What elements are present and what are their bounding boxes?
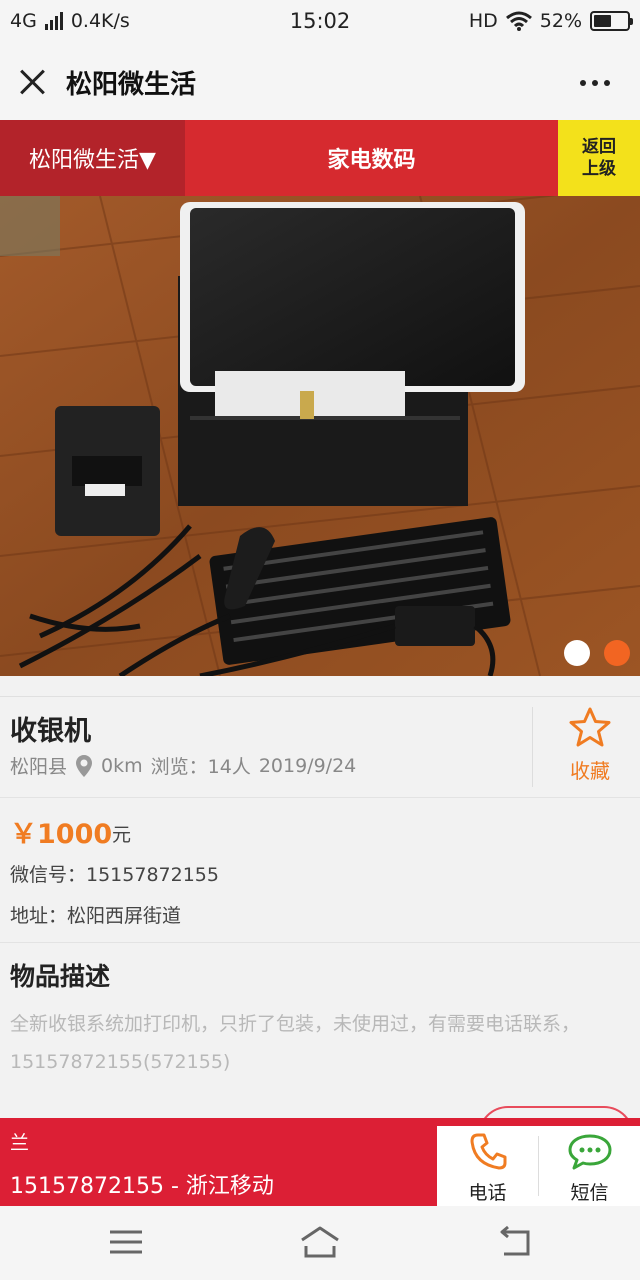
- category-title: 家电数码: [327, 148, 416, 173]
- item-info: 收银机 松阳县 0km 浏览： 14人 2019/9/24 收藏: [0, 696, 640, 796]
- item-location: 松阳县: [10, 756, 68, 778]
- title-bar: 松阳微生活: [0, 44, 640, 120]
- star-icon: [569, 707, 611, 747]
- city-dropdown[interactable]: 松阳微生活▼: [0, 120, 185, 196]
- category-nav: 松阳微生活▼ 家电数码 返回 上级: [0, 120, 640, 196]
- page-title: 松阳微生活: [66, 70, 197, 100]
- battery-percent: 52%: [539, 10, 582, 32]
- status-right: HD 52%: [468, 10, 633, 32]
- address: 地址：松阳西屏街道: [10, 905, 182, 927]
- sms-button[interactable]: 短信: [539, 1126, 640, 1206]
- price-unit: 元: [112, 824, 132, 846]
- phone-icon: [470, 1133, 506, 1170]
- status-bar: 4G 0.4K/s 15:02 HD 52%: [0, 0, 640, 44]
- back-label-line1: 返回: [582, 137, 616, 157]
- back-icon[interactable]: [494, 1224, 538, 1260]
- post-date: 2019/9/24: [258, 754, 357, 777]
- views-label: 浏览：: [150, 756, 208, 778]
- favorite-button[interactable]: 收藏: [540, 705, 640, 791]
- views-count: 14人: [207, 756, 251, 778]
- item-meta: 松阳县 0km 浏览： 14人 2019/9/24: [10, 752, 356, 779]
- contact-bar: 兰 15157872155 - 浙江移动 电话 短信: [0, 1118, 640, 1206]
- description-card: 物品描述 全新收银系统加打印机，只折了包装，未使用过，有需要电话联系，15157…: [0, 942, 640, 1120]
- contact-name: 兰: [10, 1132, 30, 1154]
- sms-label: 短信: [570, 1182, 609, 1204]
- item-distance: 0km: [101, 754, 143, 777]
- pos-machine-image: [0, 196, 640, 676]
- close-icon[interactable]: [18, 68, 46, 96]
- back-button[interactable]: 返回 上级: [558, 120, 640, 196]
- contact-actions: 电话 短信: [437, 1126, 640, 1206]
- divider: [532, 707, 533, 787]
- price: ￥1000: [10, 819, 113, 850]
- call-label: 电话: [468, 1182, 507, 1204]
- call-button[interactable]: 电话: [437, 1126, 538, 1206]
- wifi-icon: [505, 11, 532, 31]
- description-title: 物品描述: [10, 962, 111, 991]
- wechat-id: 微信号：15157872155: [10, 864, 219, 886]
- description-text: 全新收银系统加打印机，只折了包装，未使用过，有需要电话联系，1515787215…: [10, 1013, 581, 1073]
- home-icon[interactable]: [298, 1224, 342, 1260]
- carousel-dot-2-active[interactable]: [604, 640, 630, 666]
- system-nav-bar: [0, 1206, 640, 1280]
- battery-level: [594, 15, 611, 27]
- battery-icon: [590, 11, 633, 31]
- item-title: 收银机: [10, 716, 91, 747]
- hd-indicator: HD: [468, 10, 498, 32]
- more-options-icon[interactable]: [580, 80, 610, 86]
- chat-bubble-icon: [568, 1134, 611, 1170]
- product-photo[interactable]: [0, 196, 640, 676]
- favorite-label: 收藏: [570, 759, 610, 783]
- location-pin-icon: [76, 754, 93, 777]
- carousel-dot-1[interactable]: [564, 640, 590, 666]
- contact-phone: 15157872155 - 浙江移动: [10, 1174, 274, 1199]
- details-card: ￥1000 元 微信号：15157872155 地址：松阳西屏街道: [0, 797, 640, 942]
- back-label-line2: 上级: [582, 159, 616, 179]
- menu-icon[interactable]: [104, 1224, 148, 1260]
